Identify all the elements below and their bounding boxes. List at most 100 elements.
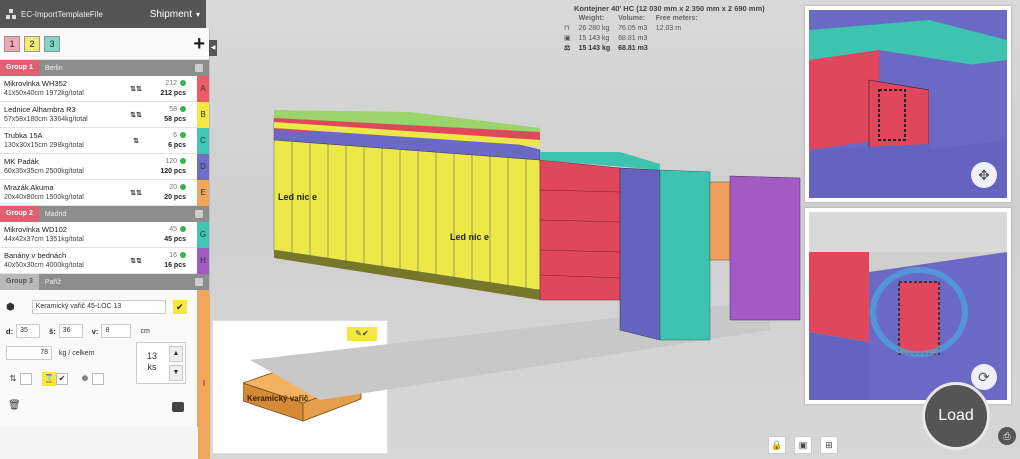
- cargo-item-name: Trubka 15A: [4, 130, 43, 140]
- cargo-item-quantity: 120 120 pcs: [150, 157, 190, 177]
- lock-icon[interactable]: 🔒: [768, 436, 786, 454]
- height-input[interactable]: 8: [101, 324, 132, 338]
- cargo-item-row[interactable]: MK Padák 60x35x35cm 2500kg/total 120 120…: [0, 154, 209, 180]
- grid-icon[interactable]: ⊞: [820, 436, 838, 454]
- weight-input[interactable]: 78: [6, 346, 52, 360]
- quantity-value: 13: [146, 351, 157, 361]
- cargo-panel: 1 2 3 + ◀ Group 1 Berlin Mikrovlnka WH35…: [0, 28, 217, 459]
- cargo-item-quantity: 45 45 pcs: [150, 225, 190, 245]
- rotation-icon: ⇅: [133, 137, 139, 145]
- chevron-down-icon[interactable]: ▾: [196, 10, 200, 19]
- item-editor: ⬢ Keramický vařič 45-LOC 13 ✔ d: 35 š: 3…: [0, 290, 209, 427]
- pcs-value: 6 pcs: [168, 141, 186, 149]
- stats-cell: [652, 44, 702, 54]
- item-letter[interactable]: A: [197, 76, 209, 102]
- cargo-item-row[interactable]: Mikrovlnka WD102 44x42x37cm 1351kg/total…: [0, 222, 209, 248]
- item-letter[interactable]: G: [197, 222, 209, 248]
- fridge-stack: [273, 139, 541, 300]
- weight-unit: kg / celkem: [59, 349, 95, 357]
- quantity-stepper[interactable]: 13 ks ▲ ▼: [136, 342, 186, 384]
- tag-icon[interactable]: ▣: [794, 436, 812, 454]
- add-cargo-icon[interactable]: [172, 402, 184, 412]
- rotation-icon: ⇅⇅: [130, 257, 142, 265]
- item-letter[interactable]: C: [197, 128, 209, 154]
- increment-arrow-icon[interactable]: ▲: [169, 346, 183, 362]
- pcs-value: 212 pcs: [160, 89, 186, 97]
- stats-cell: 68.81 m3: [618, 45, 648, 52]
- confirm-check-icon[interactable]: ✔: [172, 300, 187, 314]
- group-name: Group 2: [0, 206, 39, 222]
- count-value: 45: [169, 225, 177, 233]
- group-settings-icon[interactable]: [195, 64, 203, 72]
- depth-input[interactable]: 35: [16, 324, 41, 338]
- container-stats: Kontejner 40' HC (12 030 mm x 2 350 mm x…: [560, 4, 800, 54]
- load-button[interactable]: Load: [922, 382, 990, 450]
- cargo-item-name: Mrazák Akuma: [4, 182, 54, 192]
- count-value: 16: [169, 251, 177, 259]
- quantity-unit: ks: [147, 362, 157, 372]
- cargo-item-row[interactable]: Mikrovlnka WH352 41x50x40cm 1972kg/total…: [0, 76, 209, 102]
- cargo-item-name: Banány v bednách: [4, 250, 67, 260]
- cargo-item-row[interactable]: Trubka 15A 130x30x15cm 298kg/total ⇅ 6 6…: [0, 128, 209, 154]
- item-letter[interactable]: B: [197, 102, 209, 128]
- paw-checkbox[interactable]: [92, 373, 104, 385]
- stackable-checkbox[interactable]: [20, 373, 32, 385]
- group-header-3[interactable]: Group 3 Paříž: [0, 274, 209, 290]
- pcs-value: 16 pcs: [164, 261, 186, 269]
- camera-view-top[interactable]: ✥: [805, 6, 1011, 202]
- total-icon: ⚖: [564, 45, 571, 52]
- group-tab-1[interactable]: 1: [4, 35, 20, 52]
- file-name: EC-ImportTemplateFile: [21, 9, 103, 19]
- group-settings-icon[interactable]: [195, 210, 203, 218]
- container-3d-view[interactable]: Led nic e Led nic e: [210, 0, 806, 459]
- decrement-arrow-icon[interactable]: ▼: [169, 365, 183, 381]
- width-input[interactable]: 36: [58, 324, 83, 338]
- print-icon[interactable]: ⎙: [998, 427, 1016, 445]
- stats-cell: 26 280 kg: [578, 25, 610, 32]
- cargo-item-row[interactable]: Lednice Alhambra R3 57x58x180cm 3364kg/t…: [0, 102, 209, 128]
- paw-option[interactable]: ❁: [78, 372, 104, 386]
- item-letter[interactable]: E: [197, 180, 209, 206]
- cargo-item-info: Banány v bednách 40x50x30cm 4000kg/total: [4, 251, 122, 271]
- depth-label: d:: [6, 326, 14, 336]
- status-dot-icon: [180, 183, 186, 190]
- group-settings-icon[interactable]: [195, 278, 203, 286]
- status-dot-icon: [180, 225, 186, 232]
- rotation-icon: ⇅⇅: [130, 85, 142, 93]
- trash-icon[interactable]: 🗑: [8, 400, 21, 411]
- cargo-item-info: Trubka 15A 130x30x15cm 298kg/total: [4, 131, 122, 151]
- stats-table: Weight: Volume: Free meters: ⊓ 26 280 kg…: [560, 14, 702, 54]
- group-tab-3[interactable]: 3: [44, 35, 60, 52]
- rotation-icon: ⇅⇅: [130, 189, 142, 197]
- group-tab-2[interactable]: 2: [24, 35, 40, 52]
- item-name-input[interactable]: Keramický vařič 45-LOC 13: [31, 300, 166, 314]
- fragile-option[interactable]: ⌛ ✔: [42, 372, 68, 386]
- cargo-item-info: Mrazák Akuma 20x40x80cm 1500kg/total: [4, 183, 122, 203]
- pcs-value: 120 pcs: [160, 167, 186, 175]
- item-letter[interactable]: D: [197, 154, 209, 180]
- cargo-item-dimensions: 130x30x15cm 298kg/total: [4, 141, 84, 149]
- cargo-item-dimensions: 60x35x35cm 2500kg/total: [4, 167, 84, 175]
- add-group-plus-icon[interactable]: +: [193, 34, 205, 54]
- stackable-option[interactable]: ⇅: [6, 372, 32, 386]
- capacity-icon: ⊓: [564, 25, 570, 32]
- group-header-1[interactable]: Group 1 Berlin: [0, 60, 209, 76]
- stats-cell: 76.05 m3: [618, 25, 648, 32]
- cargo-item-row[interactable]: Banány v bednách 40x50x30cm 4000kg/total…: [0, 248, 209, 274]
- free-meters-header: Free meters:: [655, 15, 698, 22]
- cargo-item-quantity: 58 58 pcs: [150, 105, 190, 125]
- weight-header: Weight:: [578, 15, 605, 22]
- move-arrows-icon[interactable]: ✥: [971, 162, 997, 188]
- status-dot-icon: [180, 251, 186, 258]
- item-letter: I: [202, 379, 206, 388]
- fragile-checkbox[interactable]: ✔: [56, 373, 68, 385]
- camera-view-side[interactable]: ⟳: [805, 208, 1011, 404]
- group-header-2[interactable]: Group 2 Madrid: [0, 206, 209, 222]
- pcs-value: 20 pcs: [164, 193, 186, 201]
- rotate-icon[interactable]: ⟳: [971, 364, 997, 390]
- shipment-dropdown[interactable]: Shipment: [150, 9, 192, 20]
- height-label: v:: [91, 326, 99, 336]
- stats-cell: 15 143 kg: [578, 45, 611, 52]
- item-letter[interactable]: H: [197, 248, 209, 274]
- cargo-item-row[interactable]: Mrazák Akuma 20x40x80cm 1500kg/total ⇅⇅ …: [0, 180, 209, 206]
